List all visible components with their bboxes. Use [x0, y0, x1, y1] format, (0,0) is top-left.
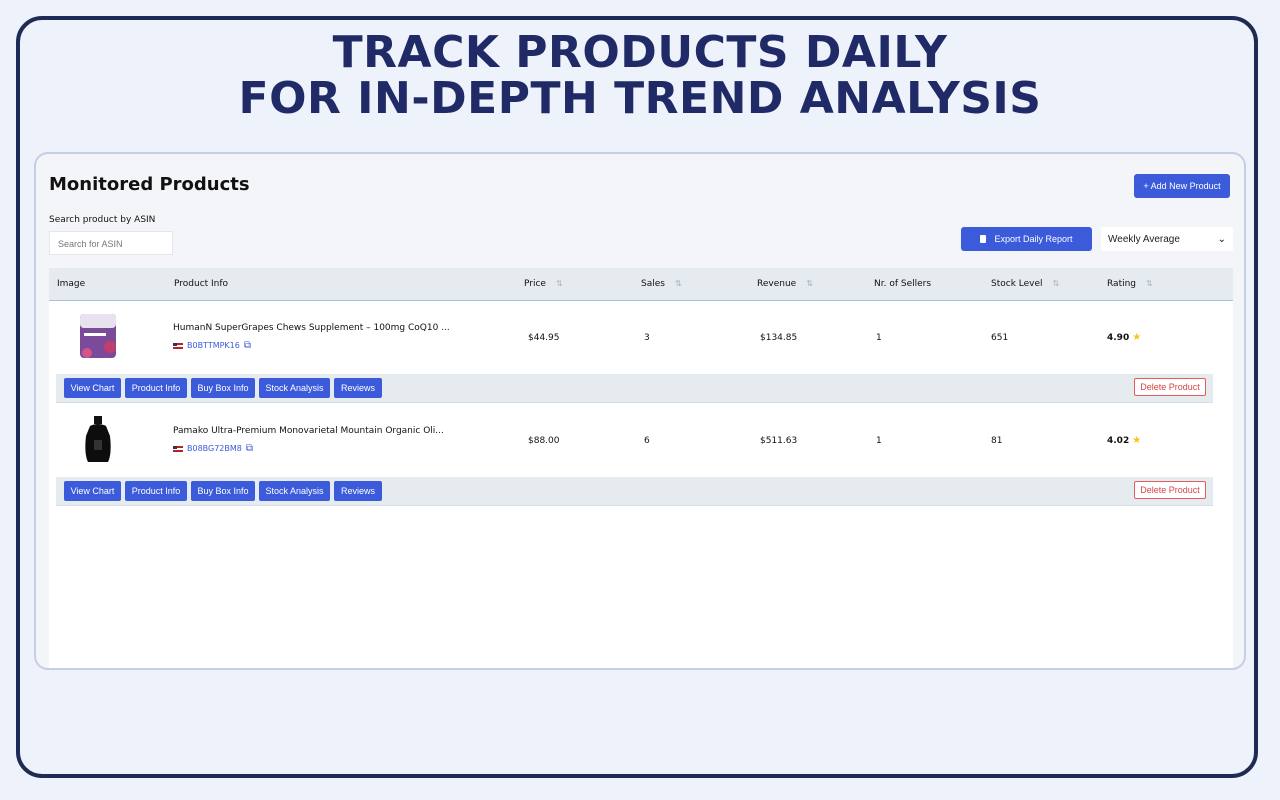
price-cell: $88.00 — [528, 435, 560, 446]
stock-cell: 651 — [991, 332, 1009, 343]
headline-line-1: TRACK PRODUCTS DAILY — [332, 27, 948, 78]
asin-value[interactable]: B08BG72BM8 — [187, 444, 242, 453]
product-info-button[interactable]: Product Info — [125, 378, 187, 398]
product-image-pamako — [85, 416, 111, 462]
external-link-icon[interactable]: ⧉ — [246, 443, 253, 454]
buy-box-info-button[interactable]: Buy Box Info — [191, 481, 255, 501]
asin-link[interactable]: B0BTTMPK16 ⧉ — [173, 340, 251, 351]
rating-cell: 4.90 ★ — [1107, 301, 1141, 374]
monitored-products-panel: Monitored Products + Add New Product Sea… — [34, 152, 1246, 670]
sort-icon[interactable]: ⇅ — [556, 268, 563, 300]
export-daily-report-button[interactable]: Export Daily Report — [961, 227, 1092, 251]
period-select-value: Weekly Average — [1108, 233, 1180, 245]
product-name[interactable]: HumanN SuperGrapes Chews Supplement – 10… — [173, 323, 450, 333]
product-name[interactable]: Pamako Ultra-Premium Monovarietal Mounta… — [173, 426, 444, 436]
headline: TRACK PRODUCTS DAILY FOR IN-DEPTH TREND … — [0, 30, 1280, 122]
header-image: Image — [57, 279, 86, 289]
reviews-button[interactable]: Reviews — [334, 378, 382, 398]
star-icon: ★ — [1132, 435, 1142, 446]
asin-value[interactable]: B0BTTMPK16 — [187, 341, 240, 350]
price-cell: $44.95 — [528, 332, 560, 343]
table-row: Pamako Ultra-Premium Monovarietal Mounta… — [49, 404, 1233, 477]
rating-value: 4.02 — [1107, 435, 1130, 446]
us-flag-icon — [173, 445, 183, 452]
asin-link[interactable]: B08BG72BM8 ⧉ — [173, 443, 253, 454]
view-chart-button[interactable]: View Chart — [64, 378, 121, 398]
export-label: Export Daily Report — [994, 234, 1073, 244]
panel-title: Monitored Products — [49, 174, 250, 195]
buy-box-info-button[interactable]: Buy Box Info — [191, 378, 255, 398]
stock-cell: 81 — [991, 435, 1003, 446]
rating-cell: 4.02 ★ — [1107, 404, 1141, 477]
sellers-cell: 1 — [876, 435, 882, 446]
header-sellers: Nr. of Sellers — [874, 279, 932, 289]
row-actions: View Chart Product Info Buy Box Info Sto… — [56, 477, 1213, 506]
us-flag-icon — [173, 342, 183, 349]
search-label: Search product by ASIN — [49, 215, 156, 225]
delete-product-button[interactable]: Delete Product — [1134, 481, 1206, 499]
asin-search-input[interactable]: Search for ASIN — [49, 231, 173, 255]
sort-icon[interactable]: ⇅ — [1146, 268, 1153, 300]
header-price[interactable]: Price ⇅ — [524, 268, 563, 300]
table-header: Image Product Info Price ⇅ Sales ⇅ Revenue… — [49, 268, 1233, 301]
headline-line-2: FOR IN-DEPTH TREND ANALYSIS — [238, 73, 1042, 124]
chevron-down-icon: ⌄ — [1217, 233, 1226, 245]
add-new-product-button[interactable]: + Add New Product — [1134, 174, 1230, 198]
external-link-icon[interactable]: ⧉ — [244, 340, 251, 351]
revenue-cell: $134.85 — [760, 332, 798, 343]
table-row: HumanN SuperGrapes Chews Supplement – 10… — [49, 301, 1233, 374]
header-product-info: Product Info — [174, 279, 229, 289]
period-select[interactable]: Weekly Average ⌄ — [1101, 227, 1233, 251]
row-actions: View Chart Product Info Buy Box Info Sto… — [56, 374, 1213, 403]
header-sales[interactable]: Sales ⇅ — [641, 268, 682, 300]
stock-analysis-button[interactable]: Stock Analysis — [259, 378, 330, 398]
sales-cell: 3 — [644, 332, 650, 343]
reviews-button[interactable]: Reviews — [334, 481, 382, 501]
sort-icon[interactable]: ⇅ — [806, 268, 813, 300]
revenue-cell: $511.63 — [760, 435, 798, 446]
sort-icon[interactable]: ⇅ — [1053, 268, 1060, 300]
header-stock-level[interactable]: Stock Level ⇅ — [991, 268, 1059, 300]
header-rating[interactable]: Rating ⇅ — [1107, 268, 1153, 300]
product-image-supergrapes — [80, 314, 116, 358]
sales-cell: 6 — [644, 435, 650, 446]
view-chart-button[interactable]: View Chart — [64, 481, 121, 501]
product-info-button[interactable]: Product Info — [125, 481, 187, 501]
delete-product-button[interactable]: Delete Product — [1134, 378, 1206, 396]
header-revenue[interactable]: Revenue ⇅ — [757, 268, 813, 300]
sort-icon[interactable]: ⇅ — [675, 268, 682, 300]
products-table: Image Product Info Price ⇅ Sales ⇅ Revenue… — [49, 268, 1233, 668]
rating-value: 4.90 — [1107, 332, 1130, 343]
document-icon — [980, 235, 987, 243]
stock-analysis-button[interactable]: Stock Analysis — [259, 481, 330, 501]
star-icon: ★ — [1132, 332, 1142, 343]
sellers-cell: 1 — [876, 332, 882, 343]
